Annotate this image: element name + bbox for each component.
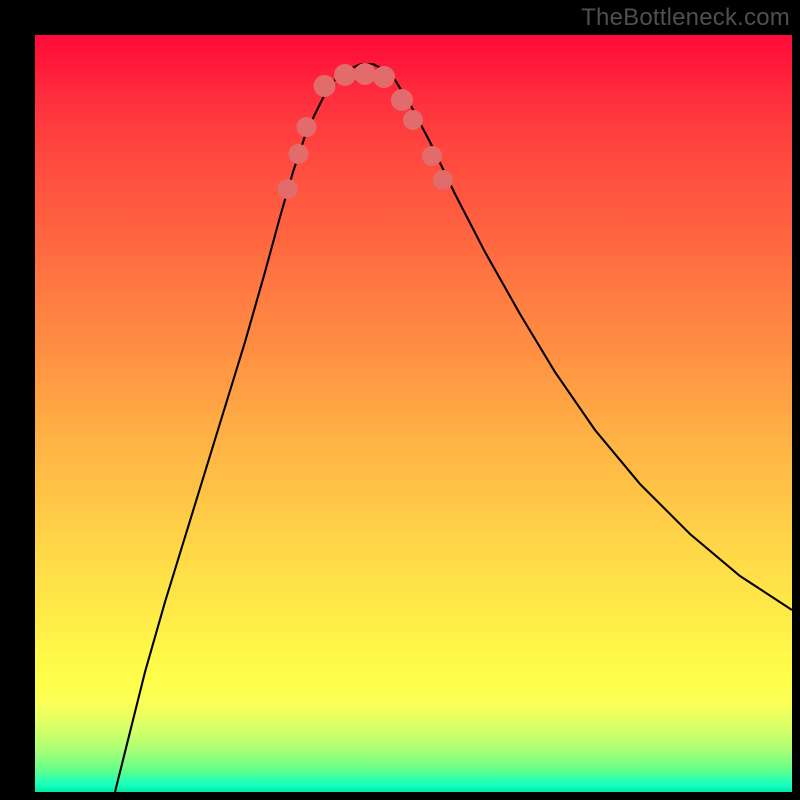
marker-left-mid <box>289 144 309 164</box>
curve-svg <box>35 35 792 792</box>
marker-base-1 <box>314 75 336 97</box>
marker-base-2 <box>334 64 356 86</box>
marker-base-3 <box>354 63 376 85</box>
chart-frame: TheBottleneck.com <box>0 0 800 800</box>
marker-left-low <box>278 179 298 199</box>
gradient-plot-area <box>35 35 792 792</box>
curve-markers <box>278 63 454 199</box>
marker-left-high <box>297 117 317 137</box>
marker-right-mid <box>403 110 423 130</box>
bottleneck-curve <box>115 64 792 792</box>
marker-right-low <box>433 170 453 190</box>
marker-right-mid2 <box>422 146 442 166</box>
watermark-text: TheBottleneck.com <box>581 4 790 32</box>
marker-base-4 <box>373 66 395 88</box>
marker-right-high <box>391 89 413 111</box>
